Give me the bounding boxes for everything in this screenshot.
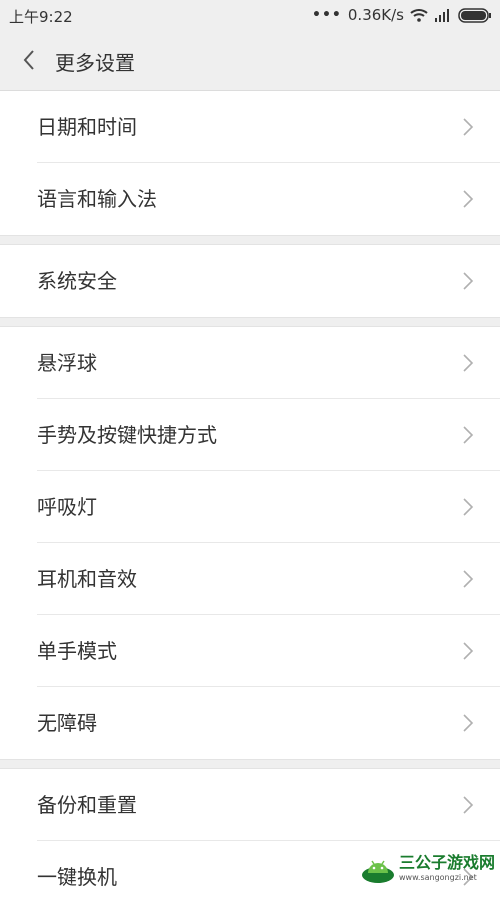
signal-icon (435, 9, 449, 22)
chevron-right-icon (463, 714, 474, 732)
settings-item-label: 备份和重置 (37, 793, 137, 817)
watermark-url: www.sangongzi.net (399, 872, 477, 882)
settings-item-label: 手势及按键快捷方式 (37, 423, 217, 447)
app-header: 更多设置 (0, 30, 500, 91)
chevron-right-icon (463, 796, 474, 814)
back-button[interactable] (14, 45, 44, 75)
group-separator (0, 317, 500, 327)
settings-list: 日期和时间语言和输入法 系统安全悬浮球手势及按键快捷方式 呼吸灯耳机和音效单手模式无… (0, 91, 500, 913)
chevron-right-icon (463, 498, 474, 516)
settings-item[interactable]: 系统安全 (0, 245, 500, 317)
settings-item-label: 呼吸灯 (37, 495, 97, 519)
chevron-right-icon (463, 642, 474, 660)
settings-item-label: 语言和输入法 (37, 187, 157, 211)
watermark: 三公子游戏网 www.sangongzi.net (361, 849, 496, 887)
settings-group: 悬浮球手势及按键快捷方式 呼吸灯耳机和音效单手模式无障碍 (0, 327, 500, 759)
settings-item[interactable]: 悬浮球 (0, 327, 500, 399)
settings-item-label: 日期和时间 (37, 115, 137, 139)
settings-item-label: 耳机和音效 (37, 567, 137, 591)
chevron-right-icon (463, 118, 474, 136)
status-icons: ••• 0.36K/s (312, 6, 492, 24)
chevron-right-icon (463, 426, 474, 444)
group-separator (0, 759, 500, 769)
settings-item[interactable]: 呼吸灯 (0, 471, 500, 543)
android-logo-icon (362, 860, 394, 883)
settings-item-label: 一键换机 (37, 865, 117, 889)
settings-group: 日期和时间语言和输入法 (0, 91, 500, 235)
settings-item-label: 单手模式 (37, 639, 117, 663)
settings-group: 系统安全 (0, 245, 500, 317)
settings-item-label: 无障碍 (37, 711, 97, 735)
network-speed: 0.36K/s (347, 6, 404, 24)
chevron-right-icon (463, 570, 474, 588)
group-separator (0, 235, 500, 245)
chevron-left-icon (23, 50, 34, 70)
settings-item[interactable]: 耳机和音效 (0, 543, 500, 615)
settings-item-label: 悬浮球 (37, 351, 97, 375)
settings-item[interactable]: 无障碍 (0, 687, 500, 759)
status-bar: 上午9:22 ••• 0.36K/s (0, 0, 500, 30)
settings-item[interactable]: 手势及按键快捷方式 (0, 399, 500, 471)
watermark-title: 三公子游戏网 (399, 852, 496, 872)
settings-item-label: 系统安全 (37, 269, 117, 293)
settings-item[interactable]: 单手模式 (0, 615, 500, 687)
status-time: 上午9:22 (9, 8, 73, 26)
chevron-right-icon (463, 272, 474, 290)
wifi-icon (410, 9, 428, 22)
battery-icon (458, 7, 491, 23)
chevron-right-icon (463, 190, 474, 208)
settings-item[interactable]: 备份和重置 (0, 769, 500, 841)
settings-item[interactable]: 日期和时间 (0, 91, 500, 163)
page-title: 更多设置 (55, 51, 135, 75)
settings-group: 备份和重置 一键换机 (0, 769, 500, 913)
more-dots-icon: ••• (312, 7, 342, 23)
settings-item[interactable]: 语言和输入法 (0, 163, 500, 235)
chevron-right-icon (463, 354, 474, 372)
